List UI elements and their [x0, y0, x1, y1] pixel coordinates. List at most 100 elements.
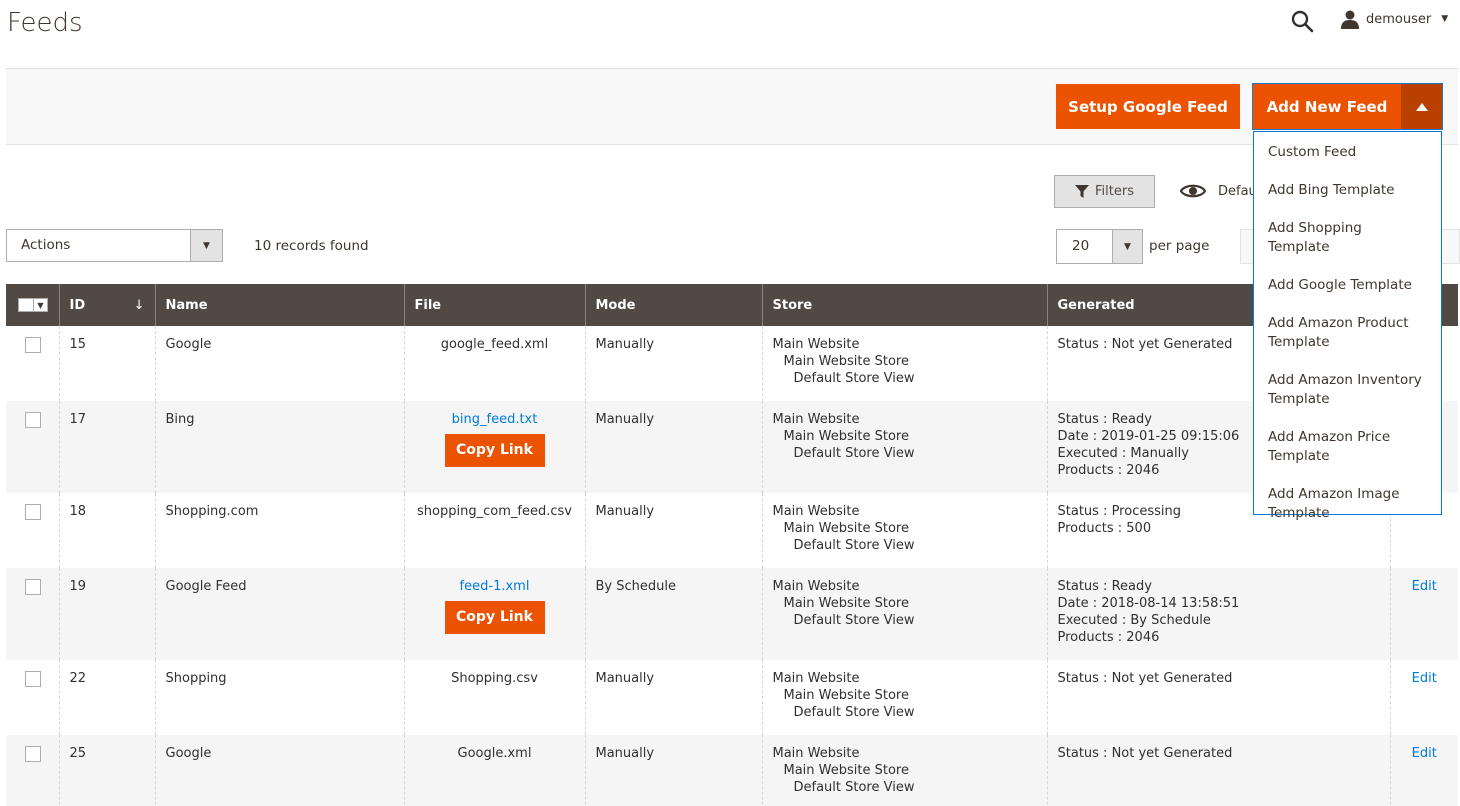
store-website: Main Website: [772, 337, 860, 352]
cell-file: google_feed.xml: [403, 326, 585, 401]
edit-link[interactable]: Edit: [1412, 746, 1437, 761]
menu-item-amazon-product-template[interactable]: Add Amazon Product Template: [1254, 314, 1441, 352]
cell-id: 17: [58, 401, 155, 493]
store-website: Main Website: [772, 746, 860, 761]
column-header-name[interactable]: Name: [154, 284, 404, 326]
chevron-down-icon: ▼: [1441, 14, 1449, 24]
table-row: 22 Shopping Shopping.csv Manually Main Websi…: [6, 660, 1458, 735]
records-count: 10 records found: [254, 238, 369, 254]
column-header-id[interactable]: ID ↓: [58, 284, 155, 326]
generated-line: Date : 2018-08-14 13:58:51: [1057, 596, 1240, 611]
store-website: Main Website: [772, 504, 860, 519]
cell-mode: Manually: [584, 493, 762, 568]
row-checkbox[interactable]: [25, 337, 41, 353]
search-icon[interactable]: [1290, 9, 1314, 33]
row-checkbox[interactable]: [25, 579, 41, 595]
cell-file: feed-1.xml Copy Link: [403, 568, 585, 660]
funnel-icon: [1075, 184, 1090, 198]
cell-action: Edit: [1389, 660, 1458, 735]
cell-store: Main Website Main Website Store Default St…: [761, 660, 1047, 735]
filters-label: Filters: [1095, 184, 1134, 199]
cell-mode: Manually: [584, 735, 762, 806]
copy-link-button[interactable]: Copy Link: [444, 601, 545, 634]
cell-id: 25: [58, 735, 155, 806]
file-link[interactable]: bing_feed.txt: [415, 411, 575, 428]
chevron-down-icon: ▼: [190, 230, 222, 261]
store-website: Main Website: [772, 412, 860, 427]
add-feed-dropdown-menu: Custom Feed Add Bing Template Add Shoppi…: [1253, 131, 1442, 521]
per-page-select[interactable]: 20 ▼: [1056, 229, 1143, 264]
cell-mode: Manually: [584, 326, 762, 401]
menu-item-custom-feed[interactable]: Custom Feed: [1254, 143, 1441, 162]
select-all-checkbox[interactable]: [18, 298, 34, 312]
per-page-label: per page: [1149, 238, 1210, 254]
row-checkbox[interactable]: [25, 504, 41, 520]
file-name: shopping_com_feed.csv: [417, 504, 572, 519]
add-new-feed-button[interactable]: Add New Feed: [1253, 84, 1401, 129]
select-all-header[interactable]: ▼: [6, 284, 59, 326]
row-checkbox[interactable]: [25, 746, 41, 762]
add-new-feed-split-button: Add New Feed: [1252, 83, 1443, 130]
generated-line: Status : Ready: [1057, 579, 1152, 594]
eye-icon: [1180, 184, 1206, 198]
cell-generated: Status : Ready Date : 2018-08-14 13:58:51…: [1046, 568, 1390, 660]
cell-file: Google.xml: [403, 735, 585, 806]
row-checkbox[interactable]: [25, 671, 41, 687]
chevron-down-icon[interactable]: ▼: [34, 298, 48, 312]
row-checkbox[interactable]: [25, 412, 41, 428]
row-select-cell: [6, 401, 59, 493]
cell-id: 18: [58, 493, 155, 568]
user-menu[interactable]: demouser ▼: [1340, 9, 1448, 29]
edit-link[interactable]: Edit: [1412, 671, 1437, 686]
mass-actions-select[interactable]: Actions ▼: [6, 229, 223, 262]
row-select-cell: [6, 660, 59, 735]
copy-link-button[interactable]: Copy Link: [444, 434, 545, 467]
file-link[interactable]: feed-1.xml: [415, 578, 575, 595]
cell-name: Shopping.com: [154, 493, 404, 568]
view-selector[interactable]: Defau: [1180, 180, 1257, 202]
table-row: 25 Google Google.xml Manually Main Website Ma…: [6, 735, 1458, 806]
cell-store: Main Website Main Website Store Default St…: [761, 735, 1047, 806]
cell-mode: Manually: [584, 660, 762, 735]
grid-body: 15 Google google_feed.xml Manually Main Webs…: [6, 326, 1458, 806]
generated-line: Executed : By Schedule: [1057, 613, 1211, 628]
cell-generated: Status : Not yet Generated: [1046, 735, 1390, 806]
edit-link[interactable]: Edit: [1412, 579, 1437, 594]
table-row: 15 Google google_feed.xml Manually Main Webs…: [6, 326, 1458, 401]
cell-store: Main Website Main Website Store Default St…: [761, 326, 1047, 401]
menu-item-shopping-template[interactable]: Add Shopping Template: [1254, 219, 1441, 257]
setup-google-feed-button[interactable]: Setup Google Feed: [1056, 84, 1240, 129]
username: demouser: [1366, 11, 1432, 27]
table-row: 18 Shopping.com shopping_com_feed.csv Manua…: [6, 493, 1458, 568]
menu-item-google-template[interactable]: Add Google Template: [1254, 276, 1441, 295]
cell-id: 22: [58, 660, 155, 735]
menu-item-amazon-inventory-template[interactable]: Add Amazon Inventory Template: [1254, 371, 1441, 409]
store-website: Main Website: [772, 671, 860, 686]
cell-file: Shopping.csv: [403, 660, 585, 735]
cell-name: Google Feed: [154, 568, 404, 660]
generated-line: Status : Not yet Generated: [1057, 746, 1233, 761]
column-header-file[interactable]: File: [403, 284, 585, 326]
store-group: Main Website Store: [783, 596, 909, 611]
menu-item-amazon-image-template[interactable]: Add Amazon Image Template: [1254, 485, 1441, 523]
cell-store: Main Website Main Website Store Default St…: [761, 493, 1047, 568]
store-group: Main Website Store: [783, 521, 909, 536]
add-new-feed-toggle[interactable]: [1401, 84, 1442, 129]
row-select-cell: [6, 326, 59, 401]
store-view: Default Store View: [793, 538, 915, 553]
store-view: Default Store View: [793, 371, 915, 386]
store-group: Main Website Store: [783, 763, 909, 778]
column-header-label: ID: [69, 297, 86, 313]
column-header-store[interactable]: Store: [761, 284, 1047, 326]
user-icon: [1341, 10, 1359, 29]
row-select-cell: [6, 568, 59, 660]
file-name: google_feed.xml: [440, 337, 549, 352]
filters-button[interactable]: Filters: [1054, 175, 1155, 208]
cell-name: Shopping: [154, 660, 404, 735]
cell-name: Bing: [154, 401, 404, 493]
menu-item-amazon-price-template[interactable]: Add Amazon Price Template: [1254, 428, 1441, 466]
chevron-down-icon: ▼: [1112, 230, 1142, 263]
store-view: Default Store View: [793, 780, 915, 795]
column-header-mode[interactable]: Mode: [584, 284, 762, 326]
menu-item-bing-template[interactable]: Add Bing Template: [1254, 181, 1441, 200]
